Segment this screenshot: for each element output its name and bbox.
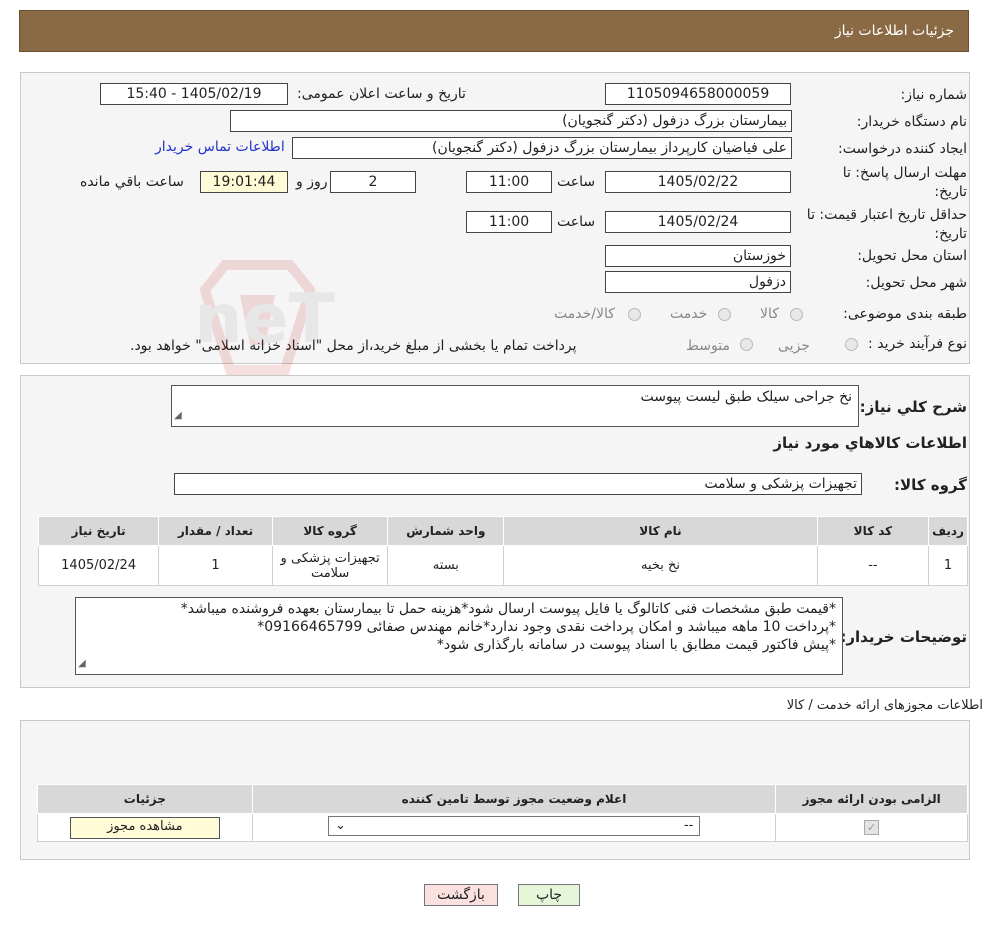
buyer-org-field: بیمارستان بزرگ دزفول (دکتر گنجویان) [230,110,792,132]
col-permit-status: اعلام وضعیت مجوز توسط تامین کننده [251,784,777,814]
category-label: طبقه بندی موضوعی: [843,306,967,322]
resize-grip-icon[interactable]: ◢ [78,655,86,673]
buyer-note-line: *پرداخت 10 ماهه میباشد و امکان پرداخت نق… [257,619,836,635]
need-number-label: شماره نیاز: [900,87,968,103]
summary-label: شرح کلي نیاز: [859,398,967,416]
province-field: خوزستان [605,245,791,267]
cell-qty: 1 [158,545,273,586]
cell-date: 1405/02/24 [37,545,160,586]
cell-row: 1 [928,545,968,586]
summary-text: نخ جراحی سیلک طبق لیست پیوست [640,389,853,405]
col-group: گروه کالا [271,516,389,546]
process-note: پرداخت تمام یا بخشی از مبلغ خرید،از محل … [130,338,577,354]
permit-details-cell: مشاهده مجوز [37,813,253,842]
process-label: نوع فرآیند خرید : [868,336,967,352]
city-field: دزفول [605,271,791,293]
permit-status-cell: ⌄ -- [251,813,777,842]
permit-status-value: -- [683,817,694,833]
deadline-time-field: 11:00 [466,171,552,193]
col-name: نام کالا [503,516,818,546]
table-row: 1 -- نخ بخیه بسته تجهیزات پزشکی و سلامت … [37,545,968,586]
days-field: 2 [330,171,416,193]
permits-table: الزامی بودن ارائه مجوز اعلام وضعیت مجوز … [37,784,968,842]
col-permit-required: الزامی بودن ارائه مجوز [775,784,968,814]
city-label: شهر محل تحویل: [865,275,967,291]
days-label: روز و [296,174,328,190]
permit-required-checkbox[interactable]: ✓ [864,820,880,835]
validity-label: حداقل تاریخ اعتبار قیمت: تا تاریخ: [806,207,967,242]
permit-required-cell: ✓ [775,813,968,842]
validity-date-field: 1405/02/24 [605,211,791,233]
col-permit-details: جزئیات [37,784,253,814]
goods-table-header: ردیف کد کالا نام کالا واحد شمارش گروه کا… [37,516,968,546]
category-option-service: خدمت [670,306,708,322]
deadline-label: مهلت ارسال پاسخ: تا تاریخ: [842,165,967,200]
print-button[interactable]: چاپ [518,884,580,906]
process-radio-medium[interactable] [740,338,753,351]
category-radio-service[interactable] [718,308,731,321]
remaining-time-field: 19:01:44 [200,171,288,193]
category-option-goods-service: کالا/خدمت [554,306,615,322]
back-button[interactable]: بازگشت [424,884,498,906]
announce-label: تاریخ و ساعت اعلان عمومی: [297,86,466,102]
cell-code: -- [816,545,930,586]
cell-name: نخ بخیه [503,545,818,586]
page-title: جزئیات اطلاعات نیاز [834,23,954,39]
permit-status-select[interactable]: ⌄ -- [327,815,700,836]
validity-time-label: ساعت [557,214,596,230]
validity-time-field: 11:00 [466,211,552,233]
creator-label: ایجاد کننده درخواست: [838,141,967,157]
col-row: ردیف [928,516,968,546]
buyer-notes-textarea: *قیمت طبق مشخصات فنی کاتالوگ یا فایل پیو… [75,597,843,675]
process-option-medium: متوسط [686,338,730,354]
resize-grip-icon[interactable]: ◢ [174,407,182,425]
deadline-time-label: ساعت [557,174,596,190]
province-label: استان محل تحویل: [857,248,967,264]
permits-table-header: الزامی بودن ارائه مجوز اعلام وضعیت مجوز … [37,784,968,814]
category-radio-goods[interactable] [790,308,803,321]
need-number-field: 1105094658000059 [605,83,791,105]
goods-group-field: تجهیزات پزشکی و سلامت [174,473,862,495]
buyer-contact-link[interactable]: اطلاعات تماس خریدار [155,139,285,155]
announce-datetime-field: 1405/02/19 - 15:40 [100,83,288,105]
summary-textarea: نخ جراحی سیلک طبق لیست پیوست ◢ [171,385,859,427]
view-permit-button[interactable]: مشاهده مجوز [69,816,220,839]
deadline-date-field: 1405/02/22 [605,171,791,193]
col-code: کد کالا [816,516,930,546]
permits-title: اطلاعات مجوزهای ارائه خدمت / کالا [786,698,983,713]
buyer-note-line: *پیش فاکتور قیمت مطابق با اسناد پیوست در… [436,637,836,653]
col-unit: واحد شمارش [387,516,505,546]
process-option-minor: جزیی [778,338,810,354]
goods-table: ردیف کد کالا نام کالا واحد شمارش گروه کا… [37,516,968,586]
chevron-down-icon: ⌄ [334,817,346,833]
page-header: جزئیات اطلاعات نیاز [19,10,969,52]
process-radio-minor[interactable] [845,338,858,351]
buyer-notes-label: توضیحات خریدار: [840,628,967,646]
col-qty: تعداد / مقدار [158,516,273,546]
category-option-goods: کالا [760,306,779,322]
remaining-label: ساعت باقي مانده [80,174,184,190]
cell-group: تجهیزات پزشکی و سلامت [271,545,389,586]
cell-unit: بسته [387,545,505,586]
creator-field: علی فیاضیان کارپرداز بیمارستان بزرگ دزفو… [292,137,792,159]
goods-info-title: اطلاعات کالاهاي مورد نیاز [773,434,967,452]
col-date: تاریخ نیاز [37,516,160,546]
category-radio-goods-service[interactable] [628,308,641,321]
buyer-note-line: *قیمت طبق مشخصات فنی کاتالوگ یا فایل پیو… [180,601,836,617]
goods-group-label: گروه کالا: [894,476,967,494]
buyer-org-label: نام دستگاه خریدار: [856,114,967,130]
table-row: ✓ ⌄ -- مشاهده مجوز [37,813,968,842]
